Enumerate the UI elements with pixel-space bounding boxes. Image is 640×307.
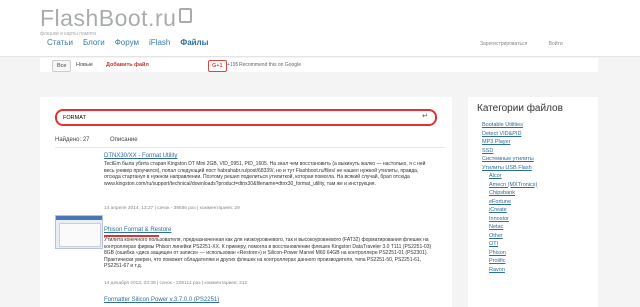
sidebar-item-ssd[interactable]: SSD bbox=[482, 147, 537, 156]
thumbnail-titlebar bbox=[56, 216, 102, 220]
sidebar-item-prolific[interactable]: Prolific bbox=[482, 257, 537, 266]
sidebar-item-ravon[interactable]: Ravon bbox=[482, 266, 537, 275]
gplus-button[interactable]: G+1 bbox=[208, 60, 227, 72]
sidebar-item-icreate[interactable]: iCreate bbox=[482, 206, 537, 215]
nav-iflash[interactable]: iFlash bbox=[149, 38, 170, 47]
files-content: ↵ Найдено: 27 Описание DTNX30/XX - Forma… bbox=[40, 97, 452, 307]
nav-forum[interactable]: Форум bbox=[115, 38, 139, 47]
nav-blogs[interactable]: Блоги bbox=[83, 38, 105, 47]
thumbnail-body bbox=[59, 223, 101, 247]
item-title-formatter[interactable]: Formatter Silicon Power v.3.7.0.0 (PS225… bbox=[104, 297, 219, 303]
item-title-dtnx30[interactable]: DTNX30/XX - Format Utility bbox=[104, 153, 177, 159]
lock-icon bbox=[179, 8, 193, 24]
search-input[interactable] bbox=[63, 113, 413, 122]
sidebar-item-amecn-mxtronics-[interactable]: Amecn (MXTronics) bbox=[482, 181, 537, 190]
sidebar-item-alcor[interactable]: Alcor bbox=[482, 172, 537, 181]
site-subtitle: флешки и карты памяти bbox=[40, 31, 97, 37]
enter-icon[interactable]: ↵ bbox=[422, 112, 428, 120]
gplus-recommend-text: Recommend this on Google bbox=[239, 62, 301, 68]
sidebar-item-phison[interactable]: Phison bbox=[482, 249, 537, 258]
gplus-count: +195 bbox=[227, 62, 239, 68]
add-file-button[interactable]: Добавить файл bbox=[102, 60, 153, 70]
sidebar-item-efortune[interactable]: eFortune bbox=[482, 198, 537, 207]
register-link[interactable]: Зарегистрироваться bbox=[480, 41, 527, 47]
sidebar-item-innostor[interactable]: Innostor bbox=[482, 215, 537, 224]
item-meta-phison: 14 декабря 2013, 23:38 | сачок - 209114 … bbox=[104, 281, 248, 286]
sidebar-item-netac[interactable]: Netac bbox=[482, 223, 537, 232]
sidebar-item-oti[interactable]: OTI bbox=[482, 240, 537, 249]
found-count: Найдено: 27 bbox=[55, 137, 90, 143]
sidebar-item-утилиты-usb-flash[interactable]: Утилиты USB Flash bbox=[482, 164, 537, 173]
site-header: FlashBoot.ru флешки и карты памяти Стать… bbox=[0, 0, 640, 57]
nav-articles[interactable]: Статьи bbox=[47, 38, 73, 47]
nav-files[interactable]: Файлы bbox=[180, 38, 208, 47]
sidebar-item-mp3-player[interactable]: MP3 Player bbox=[482, 138, 537, 147]
item-thumbnail[interactable] bbox=[55, 215, 103, 249]
item-text-phison: Утилита конечного пользователя, предназн… bbox=[104, 237, 432, 269]
login-link[interactable]: Войти bbox=[549, 41, 563, 47]
item-meta-dtnx30: 14 апреля 2014, 13:27 | сачок - 39586 ра… bbox=[104, 206, 240, 211]
search-box: ↵ bbox=[55, 109, 437, 126]
filter-new-button[interactable]: Новые bbox=[72, 60, 97, 70]
user-links: Зарегистрироваться Войти bbox=[480, 41, 583, 47]
sidebar-title: Категории файлов bbox=[477, 103, 563, 114]
sidebar-item-other[interactable]: Other bbox=[482, 232, 537, 241]
sidebar-item-системные-утилиты[interactable]: Системные утилиты bbox=[482, 155, 537, 164]
sidebar-item-bootable-utilities[interactable]: Bootable Utilities bbox=[482, 121, 537, 130]
sidebar-item-chipsbank[interactable]: Chipsbank bbox=[482, 189, 537, 198]
main-nav: Статьи Блоги Форум iFlash Файлы bbox=[47, 38, 208, 47]
sidebar-item-detect-vid-pid[interactable]: Detect VID&PID bbox=[482, 130, 537, 139]
logo-text: FlashBoot.ru bbox=[40, 5, 177, 31]
category-list: Bootable Utilities Detect VID&PID MP3 Play… bbox=[482, 121, 537, 274]
description-header: Описание bbox=[110, 137, 138, 143]
item-text-dtnx30: TectEm была убита старая Kingston DT Min… bbox=[104, 161, 426, 187]
divider bbox=[55, 147, 445, 148]
item-title-phison[interactable]: Phison Format & Restore bbox=[104, 227, 171, 233]
sidebar: Категории файлов Bootable Utilities Detec… bbox=[468, 97, 598, 307]
files-toolbar: Все Новые Добавить файл G+1 +195 Recomme… bbox=[40, 58, 598, 72]
site-logo[interactable]: FlashBoot.ru bbox=[40, 5, 193, 32]
filter-all-button[interactable]: Все bbox=[52, 60, 72, 72]
